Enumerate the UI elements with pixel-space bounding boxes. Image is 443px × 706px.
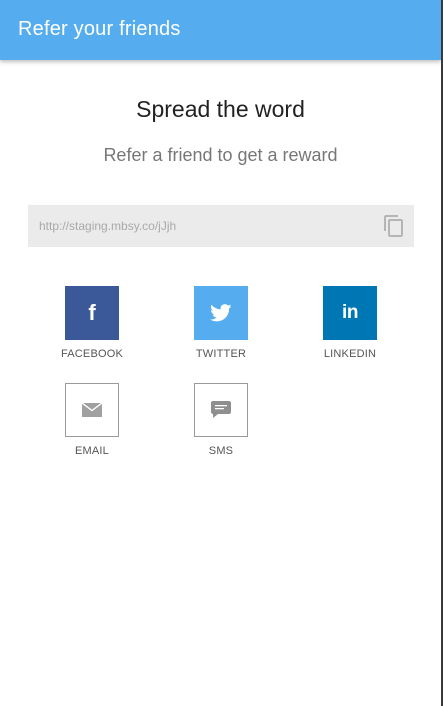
linkedin-icon[interactable]: in [323,286,377,340]
linkedin-glyph: in [342,302,358,323]
share-facebook-label: FACEBOOK [60,348,124,360]
share-sms-label: SMS [208,445,234,457]
referral-link-field[interactable]: http://staging.mbsy.co/jJjh [28,205,414,247]
envelope-glyph [82,403,102,417]
facebook-icon[interactable]: f [65,286,119,340]
chat-bubble-glyph [211,401,231,418]
headline: Spread the word [136,96,305,122]
copy-icon[interactable] [382,214,406,238]
share-email-button[interactable]: EMAIL [47,383,137,457]
app-bar-title: Refer your friends [18,18,181,40]
referral-screen: Refer your friends Spread the word Refer… [0,0,443,706]
app-bar: Refer your friends [0,0,441,60]
referral-link-text[interactable]: http://staging.mbsy.co/jJjh [39,219,176,233]
share-linkedin-button[interactable]: in LINKEDIN [305,286,395,360]
sms-icon[interactable] [194,383,248,437]
twitter-bird-glyph [210,304,232,322]
share-twitter-label: TWITTER [195,348,247,360]
share-email-label: EMAIL [74,445,109,457]
share-twitter-button[interactable]: TWITTER [176,286,266,360]
facebook-glyph: f [88,300,96,325]
share-facebook-button[interactable]: f FACEBOOK [47,286,137,360]
email-icon[interactable] [65,383,119,437]
share-sms-button[interactable]: SMS [176,383,266,457]
subhead: Refer a friend to get a reward [103,145,338,165]
share-linkedin-label: LINKEDIN [323,348,377,360]
twitter-icon[interactable] [194,286,248,340]
